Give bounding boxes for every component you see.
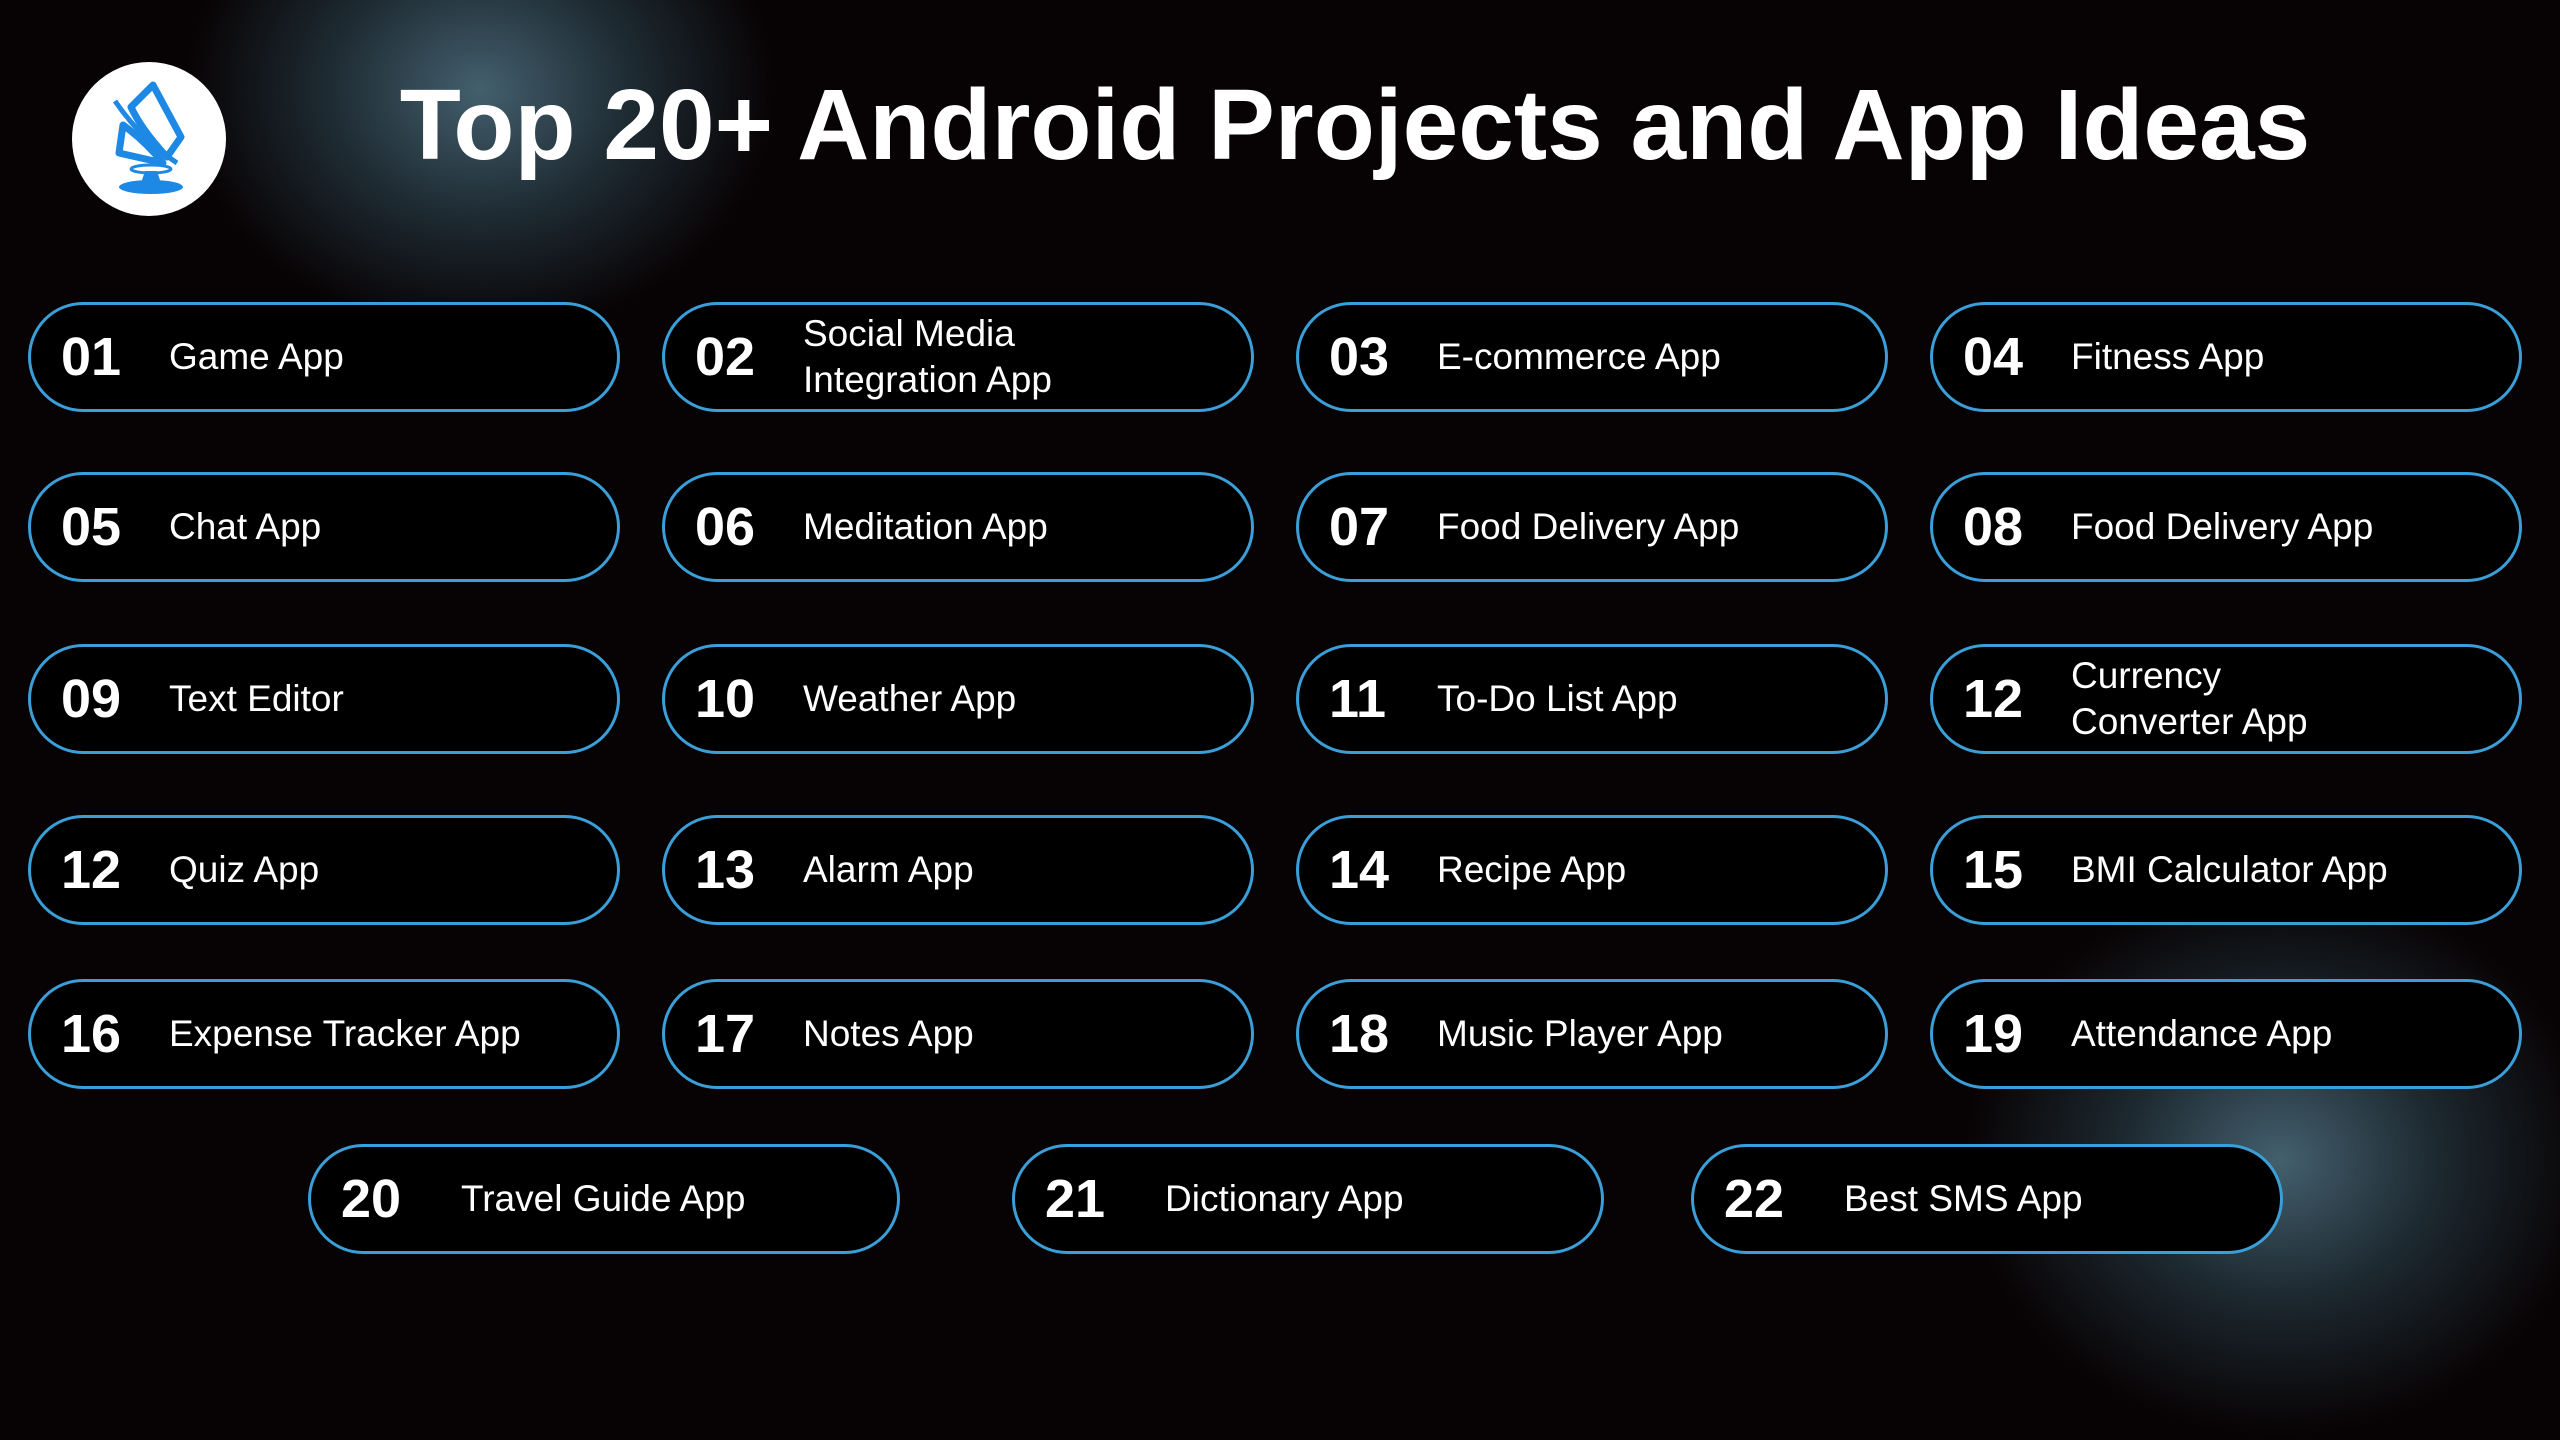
item-number: 07 <box>1329 497 1390 557</box>
app-idea-item: 18 Music Player App <box>1296 979 1888 1089</box>
item-number: 02 <box>695 327 756 387</box>
item-label: Food Delivery App <box>1437 506 1740 547</box>
item-label: Currency Converter App <box>2071 655 2308 742</box>
app-idea-item: 09 Text Editor <box>28 644 620 754</box>
app-idea-item: 08 Food Delivery App <box>1930 472 2522 582</box>
app-idea-item: 16 Expense Tracker App <box>28 979 620 1089</box>
item-number: 06 <box>695 497 756 557</box>
app-idea-item: 06 Meditation App <box>662 472 1254 582</box>
item-label: Weather App <box>803 678 1017 719</box>
rocket-sail-logo-icon <box>112 81 185 194</box>
item-label: Recipe App <box>1437 849 1627 890</box>
item-label: Text Editor <box>169 678 344 719</box>
item-number: 21 <box>1045 1169 1106 1229</box>
item-number: 12 <box>1963 669 2024 729</box>
item-label: To-Do List App <box>1437 678 1678 719</box>
item-label: Expense Tracker App <box>169 1013 521 1054</box>
item-label: Quiz App <box>169 849 320 890</box>
item-label: Food Delivery App <box>2071 506 2374 547</box>
app-idea-item: 03 E-commerce App <box>1296 302 1888 412</box>
logo <box>72 62 226 216</box>
app-idea-item: 22 Best SMS App <box>1691 1144 2283 1254</box>
page-title: Top 20+ Android Projects and App Ideas <box>399 69 2311 181</box>
item-number: 22 <box>1724 1169 1785 1229</box>
item-label: Alarm App <box>803 849 974 890</box>
app-idea-item: 05 Chat App <box>28 472 620 582</box>
item-number: 04 <box>1963 327 2024 387</box>
app-idea-item: 02 Social Media Integration App <box>662 302 1254 412</box>
item-label: Travel Guide App <box>461 1178 746 1219</box>
app-idea-item: 20 Travel Guide App <box>308 1144 900 1254</box>
item-number: 11 <box>1329 669 1387 729</box>
item-label: Chat App <box>169 506 322 547</box>
item-label: Game App <box>169 336 344 377</box>
item-label: Fitness App <box>2071 336 2265 377</box>
item-label: Attendance App <box>2071 1013 2333 1054</box>
app-idea-item: 07 Food Delivery App <box>1296 472 1888 582</box>
item-number: 05 <box>61 497 122 557</box>
item-number: 18 <box>1329 1004 1390 1064</box>
item-number: 08 <box>1963 497 2024 557</box>
item-label: Meditation App <box>803 506 1048 547</box>
item-label: Notes App <box>803 1013 974 1054</box>
item-number: 16 <box>61 1004 122 1064</box>
item-number: 19 <box>1963 1004 2024 1064</box>
app-idea-item: 17 Notes App <box>662 979 1254 1089</box>
item-label: Social Media Integration App <box>803 313 1052 400</box>
item-label: Best SMS App <box>1844 1178 2083 1219</box>
app-idea-item: 15 BMI Calculator App <box>1930 815 2522 925</box>
item-number: 14 <box>1329 840 1390 900</box>
item-number: 09 <box>61 669 122 729</box>
item-number: 01 <box>61 327 122 387</box>
item-number: 15 <box>1963 840 2024 900</box>
item-number: 20 <box>341 1169 402 1229</box>
app-idea-item: 12 Currency Converter App <box>1930 644 2522 754</box>
item-number: 13 <box>695 840 756 900</box>
item-label: BMI Calculator App <box>2071 849 2388 890</box>
item-label: Dictionary App <box>1165 1178 1404 1219</box>
app-idea-item: 01 Game App <box>28 302 620 412</box>
app-idea-item: 12 Quiz App <box>28 815 620 925</box>
item-number: 03 <box>1329 327 1390 387</box>
app-idea-item: 04 Fitness App <box>1930 302 2522 412</box>
app-idea-item: 13 Alarm App <box>662 815 1254 925</box>
item-number: 17 <box>695 1004 756 1064</box>
app-idea-item: 10 Weather App <box>662 644 1254 754</box>
item-number: 10 <box>695 669 756 729</box>
item-number: 12 <box>61 840 122 900</box>
app-idea-item: 21 Dictionary App <box>1012 1144 1604 1254</box>
app-idea-item: 19 Attendance App <box>1930 979 2522 1089</box>
item-label: Music Player App <box>1437 1013 1723 1054</box>
app-idea-item: 11 To-Do List App <box>1296 644 1888 754</box>
item-label: E-commerce App <box>1437 336 1721 377</box>
app-idea-item: 14 Recipe App <box>1296 815 1888 925</box>
